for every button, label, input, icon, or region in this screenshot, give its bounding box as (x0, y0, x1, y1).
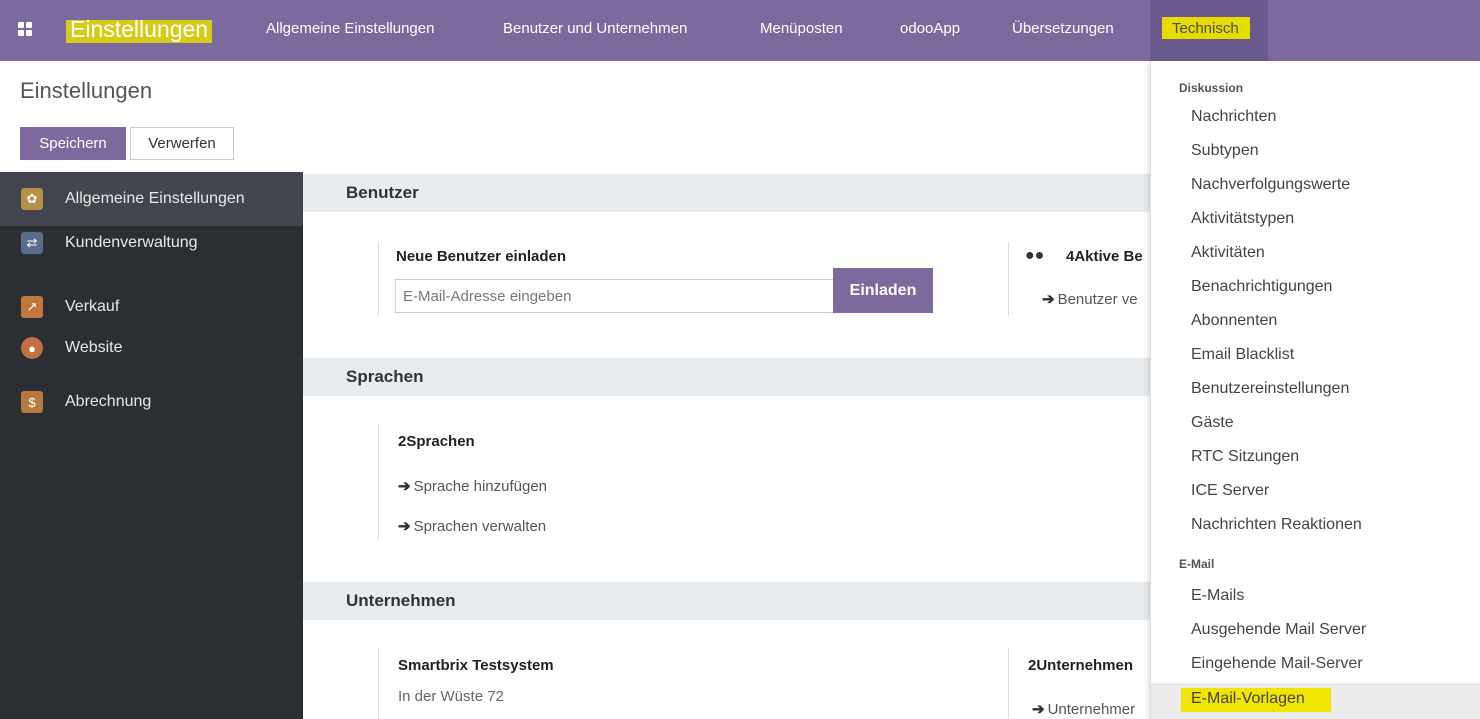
company-name: Smartbrix Testsystem (398, 657, 554, 674)
nav-translations[interactable]: Übersetzungen (1012, 20, 1114, 37)
invite-button[interactable]: Einladen (833, 268, 933, 313)
email-input[interactable] (395, 279, 835, 313)
invoice-icon: $ (21, 391, 43, 413)
section-header-users: Benutzer (303, 174, 1153, 212)
menu-item-email-templates[interactable]: E-Mail-Vorlagen (1191, 690, 1305, 708)
menu-item-outgoing-mail-servers[interactable]: Ausgehende Mail Server (1191, 621, 1366, 639)
arrow-right-icon: ➔ (398, 518, 411, 535)
nav-menu-items[interactable]: Menüposten (760, 20, 843, 37)
sidebar-item-label: Website (65, 339, 123, 356)
handshake-icon: ⇄ (21, 232, 43, 254)
arrow-right-icon: ➔ (398, 478, 411, 495)
globe-icon: ● (21, 337, 43, 359)
nav-general-settings[interactable]: Allgemeine Einstellungen (266, 20, 434, 37)
sidebar-item-general-settings[interactable]: ✿ Allgemeine Einstellungen (0, 172, 303, 226)
company-count: 2Unternehmen (1028, 657, 1134, 674)
sidebar-item-label: Verkauf (65, 298, 120, 315)
manage-users-link[interactable]: ➔ Benutzer ve (1042, 290, 1138, 308)
sidebar-item-invoicing[interactable]: $ Abrechnung (0, 388, 303, 434)
sidebar-item-label: Kundenverwaltung (65, 234, 198, 251)
active-users-count: 4Aktive Be (1066, 248, 1143, 265)
divider (1008, 242, 1009, 316)
sidebar-item-website[interactable]: ● Website (0, 334, 303, 380)
page-title: Einstellungen (20, 78, 153, 103)
arrow-right-icon: ➔ (1032, 701, 1045, 718)
add-language-link[interactable]: ➔ Sprache hinzufügen (398, 477, 547, 495)
section-header-companies: Unternehmen (303, 582, 1153, 620)
divider (378, 242, 379, 316)
technical-dropdown-menu: Diskussion Nachrichten Subtypen Nachverf… (1150, 61, 1480, 719)
arrow-right-icon: ➔ (1042, 291, 1055, 308)
save-button[interactable]: Speichern (20, 127, 126, 160)
menu-item-activity-types[interactable]: Aktivitätstypen (1191, 210, 1294, 228)
gear-icon: ✿ (21, 188, 43, 210)
menu-item-message-reactions[interactable]: Nachrichten Reaktionen (1191, 516, 1362, 534)
section-header-languages: Sprachen (303, 358, 1153, 396)
invite-users-label: Neue Benutzer einladen (396, 248, 567, 265)
menu-item-followers[interactable]: Abonnenten (1191, 312, 1277, 330)
company-address: In der Wüste 72 (398, 688, 504, 705)
divider (1008, 648, 1009, 719)
menu-item-tracking-values[interactable]: Nachverfolgungswerte (1191, 176, 1350, 194)
menu-item-messages[interactable]: Nachrichten (1191, 108, 1276, 126)
app-brand[interactable]: Einstellungen (66, 14, 213, 43)
sidebar-item-label: Abrechnung (65, 393, 152, 410)
menu-item-rtc-sessions[interactable]: RTC Sitzungen (1191, 448, 1299, 466)
apps-grid-icon[interactable] (18, 22, 32, 36)
manage-languages-link[interactable]: ➔ Sprachen verwalten (398, 517, 546, 535)
sidebar-item-crm[interactable]: ⇄ Kundenverwaltung (0, 226, 303, 280)
top-navbar: Einstellungen Allgemeine Einstellungen B… (0, 0, 1480, 61)
nav-users-companies[interactable]: Benutzer und Unternehmen (503, 20, 687, 37)
sidebar-item-label: Allgemeine Einstellungen (65, 190, 245, 207)
menu-item-notifications[interactable]: Benachrichtigungen (1191, 278, 1332, 296)
manage-companies-link[interactable]: ➔ Unternehmer (1032, 700, 1135, 718)
menu-item-ice-servers[interactable]: ICE Server (1191, 482, 1269, 500)
divider (378, 648, 379, 719)
divider (378, 424, 379, 540)
nav-odooapp[interactable]: odooApp (900, 20, 960, 37)
menu-item-user-settings[interactable]: Benutzereinstellungen (1191, 380, 1349, 398)
menu-item-activities[interactable]: Aktivitäten (1191, 244, 1265, 262)
discard-button[interactable]: Verwerfen (130, 127, 234, 160)
dropdown-section-discussion: Diskussion (1179, 81, 1244, 95)
menu-item-emails[interactable]: E-Mails (1191, 587, 1244, 605)
users-group-icon: ●● (1025, 247, 1045, 264)
menu-item-subtypes[interactable]: Subtypen (1191, 142, 1259, 160)
menu-item-email-blacklist[interactable]: Email Blacklist (1191, 346, 1294, 364)
menu-item-guests[interactable]: Gäste (1191, 414, 1234, 432)
nav-technical[interactable]: Technisch (1172, 20, 1239, 37)
dropdown-section-email: E-Mail (1179, 557, 1215, 571)
menu-item-incoming-mail-servers[interactable]: Eingehende Mail-Server (1191, 655, 1363, 673)
language-count: 2Sprachen (398, 433, 475, 450)
settings-sidebar: ✿ Allgemeine Einstellungen ⇄ Kundenverwa… (0, 172, 303, 719)
sidebar-item-sales[interactable]: ↗ Verkauf (0, 280, 303, 334)
chart-icon: ↗ (21, 296, 43, 318)
